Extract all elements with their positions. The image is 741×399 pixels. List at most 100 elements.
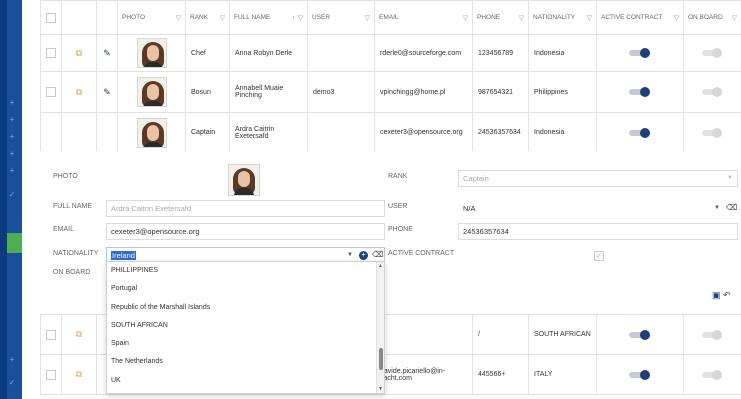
- edit-row-icon[interactable]: ⧉: [67, 48, 91, 59]
- active-contract-toggle[interactable]: [629, 87, 651, 97]
- full-name-label: FULL NAME: [53, 203, 93, 210]
- dropdown-option[interactable]: The Netherlands: [107, 353, 384, 371]
- row-checkbox[interactable]: [46, 48, 56, 58]
- chevron-down-icon[interactable]: ▼: [347, 252, 353, 258]
- cell-phone: 24536357634: [472, 112, 529, 153]
- edit-row-icon[interactable]: ⧉: [67, 87, 91, 98]
- col-nationality[interactable]: NATIONALITY ▽: [528, 0, 597, 35]
- row-checkbox[interactable]: [46, 87, 56, 97]
- edit-row-icon[interactable]: ⧉: [67, 329, 91, 340]
- sidebar-check-icon[interactable]: ✓: [7, 190, 17, 200]
- full-name-field[interactable]: Ardra Caitrin Exetersafd: [106, 200, 385, 217]
- col-full-name[interactable]: FULL NAME ↑ ▽: [229, 0, 308, 35]
- scroll-up-icon[interactable]: ▲: [378, 263, 383, 269]
- active-contract-toggle[interactable]: [629, 329, 651, 340]
- col-user[interactable]: USER ▽: [307, 0, 375, 35]
- select-all-checkbox[interactable]: [46, 12, 56, 23]
- cell-rank: Bosun: [185, 71, 230, 113]
- on-board-toggle[interactable]: [701, 369, 724, 380]
- email-field[interactable]: cexeter3@opensource.org: [106, 223, 385, 240]
- filter-icon[interactable]: ▽: [365, 14, 370, 22]
- add-circle-icon[interactable]: +: [359, 251, 368, 260]
- col-on-board[interactable]: ON BOARD ▽: [683, 0, 741, 35]
- eraser-icon[interactable]: ⌫: [372, 250, 383, 259]
- filter-icon[interactable]: ▽: [463, 14, 468, 22]
- user-label: USER: [388, 203, 408, 210]
- user-select[interactable]: N/A: [458, 200, 738, 217]
- on-board-toggle[interactable]: [701, 329, 724, 340]
- on-board-toggle[interactable]: [701, 48, 724, 58]
- cell-full-name: Annabell Muaie Pinching: [229, 71, 308, 113]
- cell-rank: Captain: [185, 112, 230, 153]
- save-icon[interactable]: ▣: [712, 290, 721, 301]
- dropdown-option[interactable]: UK: [107, 372, 384, 390]
- cell-nationality: Philippines: [528, 71, 597, 113]
- cell-nationality: Indonesia: [528, 34, 597, 72]
- chevron-down-icon[interactable]: ▼: [714, 205, 720, 211]
- undo-icon[interactable]: ↶: [723, 290, 731, 301]
- filter-icon[interactable]: ▽: [732, 14, 737, 22]
- scrollbar-thumb[interactable]: [379, 348, 383, 370]
- dropdown-option[interactable]: Republic of the Marshall Islands: [107, 299, 384, 317]
- pencil-icon[interactable]: ✎: [102, 48, 112, 59]
- filter-icon[interactable]: ▽: [587, 14, 592, 22]
- nationality-dropdown[interactable]: PHILLIPPINES Portugal Republic of the Ma…: [106, 261, 385, 394]
- row-checkbox[interactable]: [46, 329, 56, 340]
- rank-select[interactable]: Captain: [458, 170, 738, 187]
- filter-icon[interactable]: ▽: [519, 14, 524, 22]
- cell-full-name: Anna Robyn Derle: [229, 34, 308, 72]
- table-row[interactable]: ⧉ ✎ Bosun Annabell Muaie Pinching demo3 …: [40, 71, 741, 113]
- table-row[interactable]: Captain Ardra Caitrin Exetersafd cexeter…: [40, 112, 741, 153]
- select-all-cell[interactable]: [40, 0, 62, 35]
- filter-icon[interactable]: ▽: [674, 14, 679, 22]
- chevron-down-icon[interactable]: ▼: [727, 175, 733, 181]
- table-row[interactable]: ⧉ ✎ Chef Anna Robyn Derle rderle0@source…: [40, 34, 741, 72]
- filter-icon[interactable]: ▽: [176, 14, 181, 22]
- cell-phone: /: [472, 314, 529, 355]
- sidebar-plus-icon[interactable]: +: [7, 149, 17, 159]
- col-photo[interactable]: PHOTO ▽: [117, 0, 186, 35]
- crew-grid-area: PHOTO ▽ RANK ▽ FULL NAME ↑ ▽ USER ▽ EMAIL ▽ P…: [40, 0, 741, 399]
- active-contract-toggle[interactable]: [629, 127, 651, 138]
- dropdown-option[interactable]: Portugal: [107, 280, 384, 298]
- dropdown-option[interactable]: PHILLIPPINES: [107, 262, 384, 280]
- nationality-label: NATIONALITY: [53, 250, 99, 257]
- left-sidebar: + + + + + ✓ + ✓: [0, 0, 22, 399]
- on-board-toggle[interactable]: [701, 127, 724, 138]
- sidebar-plus-icon[interactable]: +: [7, 132, 17, 142]
- col-rank[interactable]: RANK ▽: [185, 0, 230, 35]
- sidebar-plus-icon[interactable]: +: [7, 166, 17, 176]
- col-phone[interactable]: PHONE ▽: [472, 0, 529, 35]
- filter-icon[interactable]: ▽: [220, 14, 225, 22]
- cell-phone: 445566+: [472, 354, 529, 395]
- dropdown-option[interactable]: SOUTH AFRICAN: [107, 317, 384, 335]
- pencil-icon[interactable]: ✎: [102, 87, 112, 98]
- avatar[interactable]: [228, 164, 260, 196]
- nationality-value: Ireland: [111, 251, 136, 260]
- cell-full-name: Ardra Caitrin Exetersafd: [229, 112, 308, 153]
- dropdown-scrollbar[interactable]: ▲ ▼: [376, 262, 384, 393]
- edit-row-icon[interactable]: ⧉: [67, 369, 91, 380]
- rank-label: RANK: [388, 173, 408, 180]
- dropdown-option[interactable]: Spain: [107, 335, 384, 353]
- scroll-down-icon[interactable]: ▼: [378, 386, 383, 392]
- eraser-icon[interactable]: ⌫: [726, 203, 737, 212]
- sidebar-active-item[interactable]: [7, 233, 22, 253]
- col-email[interactable]: EMAIL ▽: [374, 0, 473, 35]
- active-contract-toggle[interactable]: [629, 369, 651, 380]
- row-checkbox[interactable]: [46, 369, 56, 380]
- cell-email: rderle0@sourceforge.com: [374, 34, 473, 72]
- active-contract-checkbox[interactable]: ✓: [594, 251, 604, 261]
- sidebar-plus-icon[interactable]: +: [7, 115, 17, 125]
- sort-asc-icon[interactable]: ↑ ▽: [292, 14, 303, 22]
- sidebar-plus-icon[interactable]: +: [7, 355, 17, 365]
- cell-nationality: SOUTH AFRICAN: [528, 314, 597, 355]
- sidebar-check-icon[interactable]: ✓: [7, 378, 17, 388]
- phone-field[interactable]: 24536357634: [458, 223, 738, 240]
- avatar: [136, 77, 167, 107]
- phone-label: PHONE: [388, 226, 413, 233]
- col-active-contract[interactable]: ACTIVE CONTRACT ▽: [596, 0, 684, 35]
- sidebar-plus-icon[interactable]: +: [7, 98, 17, 108]
- active-contract-toggle[interactable]: [629, 48, 651, 58]
- on-board-toggle[interactable]: [701, 87, 724, 97]
